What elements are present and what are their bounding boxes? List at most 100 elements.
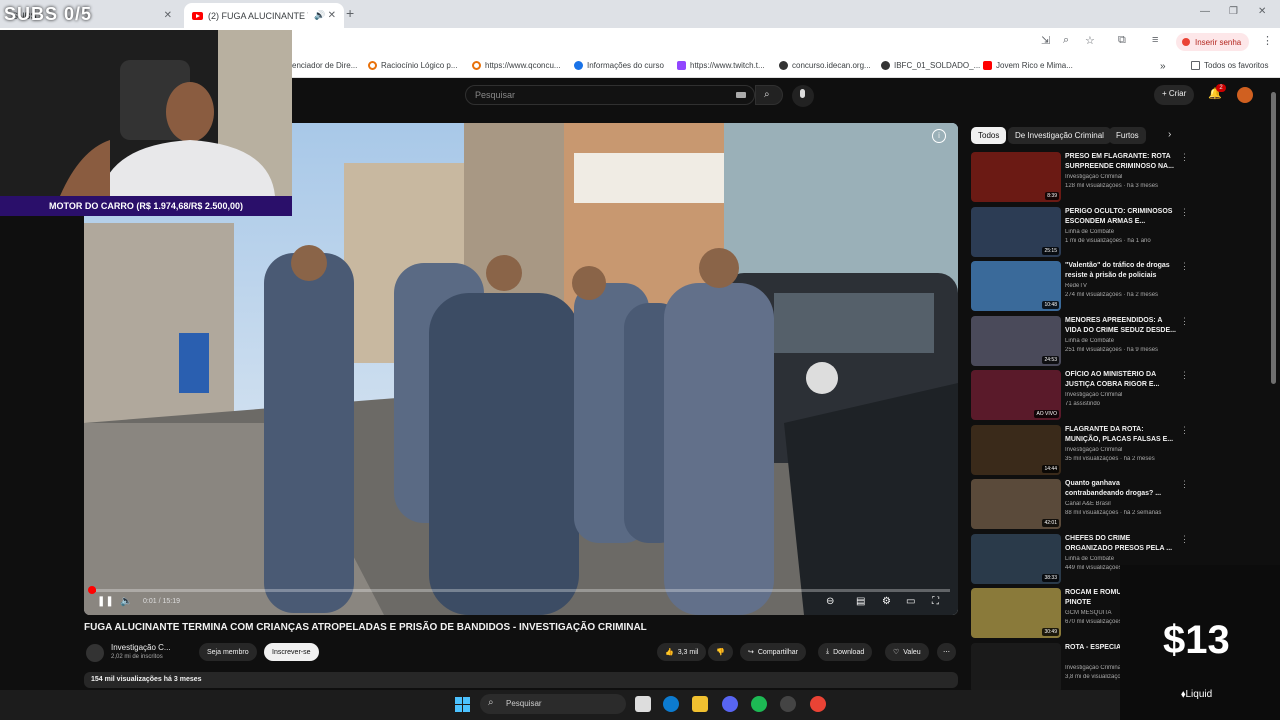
bookmark-item[interactable]: https://www.twitch.t...	[677, 61, 765, 70]
like-button[interactable]: 👍 3,3 mil	[657, 643, 707, 661]
video-thumbnail[interactable]: AO VIVO	[971, 370, 1061, 420]
more-options-icon[interactable]: ⋮	[1180, 534, 1189, 545]
recommended-video[interactable]: 25:15 PERIGO OCULTO: CRIMINOSOS ESCONDEM …	[971, 206, 1191, 259]
spotify-icon[interactable]	[751, 696, 767, 712]
recommended-channel[interactable]: Linha de Combate	[1065, 338, 1177, 344]
pause-icon[interactable]: ❚❚	[97, 596, 114, 607]
new-tab-button[interactable]: +	[346, 5, 354, 21]
more-options-icon[interactable]: ⋮	[1180, 152, 1189, 163]
captions-icon[interactable]: ▤	[856, 596, 865, 607]
avatar[interactable]	[1237, 87, 1253, 103]
video-thumbnail[interactable]	[971, 642, 1061, 693]
more-bookmarks-icon[interactable]: »	[1160, 61, 1166, 72]
download-button[interactable]: ⤓ Download	[818, 643, 873, 661]
video-thumbnail[interactable]: 24:53	[971, 315, 1061, 366]
chip-furtos[interactable]: Furtos	[1109, 127, 1146, 144]
keyboard-icon[interactable]	[736, 92, 746, 98]
bookmark-item[interactable]: https://www.qconcu...	[472, 61, 561, 70]
create-button[interactable]: + Criar	[1154, 85, 1195, 105]
thanks-button[interactable]: ♡ Valeu	[885, 643, 929, 661]
more-options-icon[interactable]: ⋮	[1180, 207, 1189, 218]
bookmark-item[interactable]: enciador de Dire...	[292, 61, 357, 70]
bookmark-item[interactable]: Jovem Rico e Mima...	[983, 61, 1073, 70]
discord-icon[interactable]	[722, 696, 738, 712]
recommended-title[interactable]: Quanto ganhava contrabandeando drogas? .…	[1065, 479, 1177, 499]
close-icon[interactable]: ✕	[164, 10, 172, 21]
volume-icon[interactable]: 🔈	[120, 596, 132, 607]
windows-start-icon[interactable]	[455, 697, 470, 712]
recommended-channel[interactable]: Investigação Criminal	[1065, 447, 1177, 453]
more-options-icon[interactable]: ⋮	[1180, 316, 1189, 327]
more-actions-icon[interactable]: ⋯	[937, 643, 956, 661]
recommended-channel[interactable]: Linha de Combate	[1065, 229, 1177, 235]
recommended-title[interactable]: PERIGO OCULTO: CRIMINOSOS ESCONDEM ARMAS…	[1065, 207, 1177, 227]
password-button[interactable]: Inserir senha	[1176, 33, 1250, 51]
settings-icon[interactable]: ⚙	[882, 596, 891, 607]
file-explorer-icon[interactable]	[692, 696, 708, 712]
recommended-title[interactable]: OFÍCIO AO MINISTÉRIO DA JUSTIÇA COBRA RI…	[1065, 370, 1177, 390]
scrubber-handle[interactable]	[88, 586, 96, 594]
voice-search-button[interactable]	[792, 85, 814, 107]
more-options-icon[interactable]: ⋮	[1180, 425, 1189, 436]
reading-list-icon[interactable]: ≡	[1152, 34, 1158, 46]
recommended-video[interactable]: AO VIVO OFÍCIO AO MINISTÉRIO DA JUSTIÇA C…	[971, 370, 1191, 422]
tab-youtube[interactable]: (2) FUGA ALUCINANTE TERMI 🔊✕	[184, 3, 344, 28]
chevron-right-icon[interactable]: ›	[1168, 129, 1171, 140]
close-window-icon[interactable]: ✕	[1258, 6, 1266, 17]
recommended-channel[interactable]: Canal A&E Brasil	[1065, 501, 1177, 507]
progress-bar[interactable]	[92, 589, 950, 592]
video-thumbnail[interactable]: 25:15	[971, 206, 1061, 257]
recommended-video[interactable]: 14:44 FLAGRANTE DA ROTA: MUNIÇÃO, PLACAS …	[971, 424, 1191, 477]
video-thumbnail[interactable]: 8:39	[971, 152, 1061, 202]
video-thumbnail[interactable]: 42:01	[971, 479, 1061, 529]
video-thumbnail[interactable]: 10:48	[971, 261, 1061, 311]
recommended-channel[interactable]: Linha de Combate	[1065, 556, 1177, 562]
more-options-icon[interactable]: ⋮	[1180, 479, 1189, 490]
chip-investigacao[interactable]: De Investigação Criminal	[1008, 127, 1111, 144]
theater-icon[interactable]: ▭	[906, 596, 915, 607]
bookmark-item[interactable]: Informações do curso	[574, 61, 664, 70]
more-options-icon[interactable]: ⋮	[1180, 261, 1189, 272]
video-thumbnail[interactable]: 38:33	[971, 533, 1061, 584]
recommended-title[interactable]: PRESO EM FLAGRANTE: ROTA SURPREENDE CRIM…	[1065, 152, 1177, 172]
recommended-channel[interactable]: Investigação Criminal	[1065, 392, 1177, 398]
recommended-video[interactable]: 8:39 PRESO EM FLAGRANTE: ROTA SURPREENDE …	[971, 152, 1191, 204]
chip-todos[interactable]: Todos	[971, 127, 1007, 144]
recommended-video[interactable]: 10:48 "Valentão" do tráfico de drogas res…	[971, 261, 1191, 313]
bookmark-item[interactable]: Raciocínio Lógico p...	[368, 61, 458, 70]
app-icon[interactable]	[780, 696, 796, 712]
task-view-icon[interactable]	[635, 696, 651, 712]
speaker-icon[interactable]: 🔊	[314, 10, 325, 21]
info-icon[interactable]: i	[932, 129, 946, 143]
subscribe-button[interactable]: Inscrever-se	[264, 643, 319, 661]
taskbar-search[interactable]: ⌕ Pesquisar	[480, 694, 626, 714]
description-box[interactable]: 154 mil visualizações há 3 meses	[84, 672, 958, 688]
minimize-icon[interactable]: —	[1200, 6, 1210, 17]
restore-icon[interactable]: ❐	[1229, 6, 1238, 17]
channel-avatar[interactable]	[86, 644, 104, 662]
recommended-video[interactable]: 42:01 Quanto ganhava contrabandeando drog…	[971, 479, 1191, 531]
video-thumbnail[interactable]: 30:49	[971, 588, 1061, 638]
recommended-video[interactable]: 24:53 MENORES APREENDIDOS: A VIDA DO CRIM…	[971, 315, 1191, 368]
recommended-title[interactable]: CHEFES DO CRIME ORGANIZADO PRESOS PELA .…	[1065, 534, 1177, 554]
search-input[interactable]: Pesquisar	[465, 85, 755, 105]
fullscreen-icon[interactable]: ⛶	[932, 596, 939, 607]
share-button[interactable]: ↪ Compartilhar	[740, 643, 806, 661]
edge-icon[interactable]	[663, 696, 679, 712]
channel-name[interactable]: Investigação C...	[111, 643, 171, 652]
search-button[interactable]: ⌕	[755, 85, 783, 105]
chrome-icon[interactable]	[810, 696, 826, 712]
scrollbar[interactable]	[1271, 92, 1276, 384]
autoplay-icon[interactable]: ⊖	[826, 596, 834, 607]
join-button[interactable]: Seja membro	[199, 643, 257, 661]
zoom-icon[interactable]: ⌕	[1063, 34, 1069, 47]
bookmark-item[interactable]: concurso.idecan.org...	[779, 61, 871, 70]
close-icon[interactable]: ✕	[328, 10, 336, 21]
all-favorites[interactable]: Todos os favoritos	[1191, 61, 1268, 70]
more-options-icon[interactable]: ⋮	[1180, 370, 1189, 381]
install-icon[interactable]: ⇲	[1041, 34, 1050, 47]
extensions-icon[interactable]: ⧉	[1118, 34, 1126, 47]
recommended-title[interactable]: FLAGRANTE DA ROTA: MUNIÇÃO, PLACAS FALSA…	[1065, 425, 1177, 445]
dislike-button[interactable]: 👎	[708, 643, 733, 661]
recommended-channel[interactable]: Investigação Criminal	[1065, 174, 1177, 180]
